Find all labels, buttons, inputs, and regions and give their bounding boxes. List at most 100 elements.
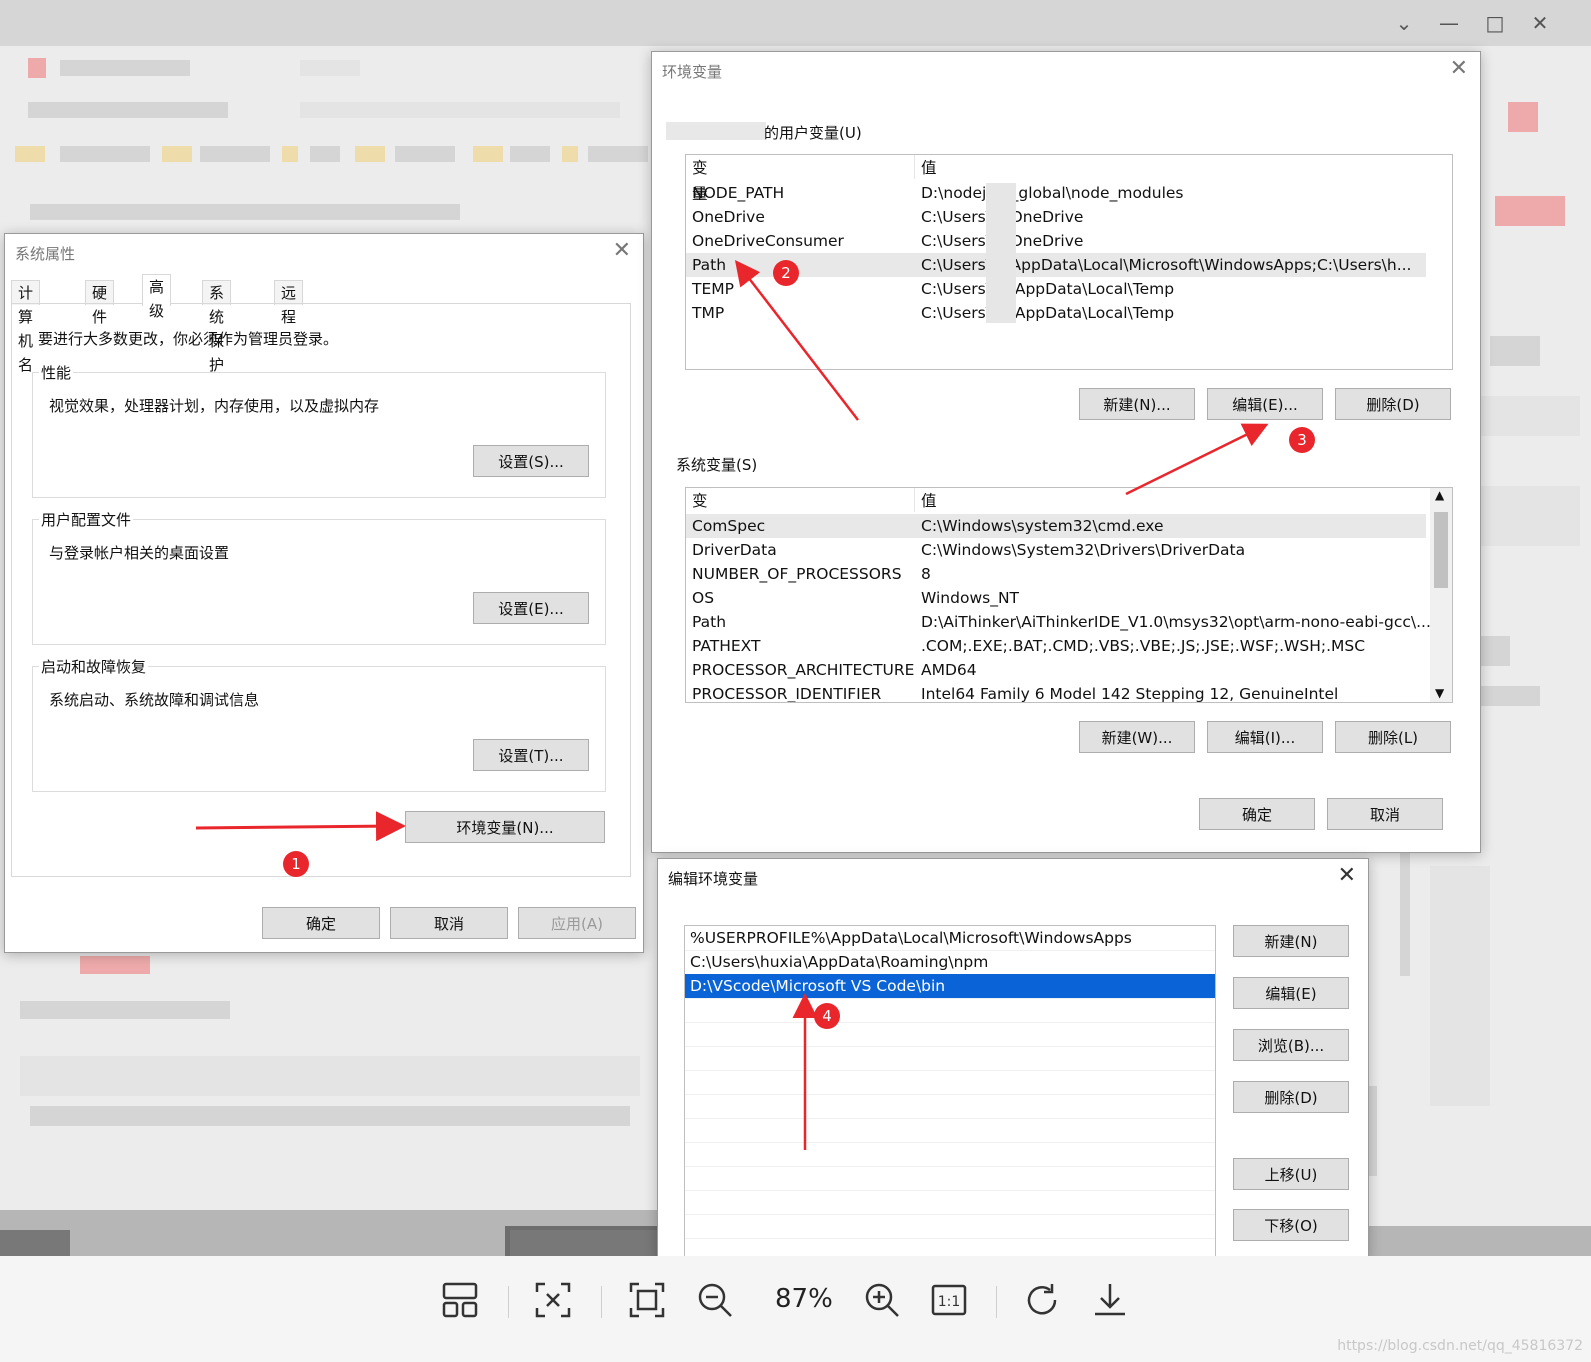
step-badge-1: 1 [283,851,309,877]
maximize-icon[interactable]: □ [1480,8,1510,38]
environment-variables-dialog: 环境变量 ✕ 的用户变量(U) 变量 值 NODE_PATH D:\nodej d… [651,51,1481,853]
gallery-icon[interactable] [440,1280,480,1320]
apply-button[interactable]: 应用(A) [518,907,636,939]
variable-name: ComSpec [692,517,766,535]
edit-entry-button[interactable]: 编辑(E) [1233,977,1349,1009]
list-item-empty[interactable] [685,1022,1215,1047]
tab-remote[interactable]: 远程 [274,280,304,326]
table-row[interactable]: Path D:\AiThinker\AiThinkerIDE_V1.0\msys3… [686,610,1431,634]
performance-group: 性能 视觉效果，处理器计划，内存使用，以及虚拟内存 设置(S)... [32,362,606,498]
toolbar-separator [996,1286,997,1318]
table-row[interactable]: PROCESSOR_ARCHITECTURE AMD64 [686,658,1426,682]
table-row[interactable]: PATHEXT .COM;.EXE;.BAT;.CMD;.VBS;.VBE;.JS… [686,634,1426,658]
delete-entry-button[interactable]: 删除(D) [1233,1081,1349,1113]
environment-variables-button[interactable]: 环境变量(N)... [405,811,605,843]
user-edit-button[interactable]: 编辑(E)... [1207,388,1323,420]
dialog-title: 环境变量 [662,63,723,81]
close-icon[interactable]: ✕ [1525,8,1555,38]
scrollbar-thumb[interactable] [1434,512,1448,588]
step-badge-2: 2 [773,260,799,286]
new-entry-button[interactable]: 新建(N) [1233,925,1349,957]
startup-recovery-settings-button[interactable]: 设置(T)... [473,739,589,771]
table-row[interactable]: OneDrive C:\Users\ a\OneDrive [686,205,1426,229]
column-header-value[interactable]: 值 [921,155,937,181]
system-new-button[interactable]: 新建(W)... [1079,721,1195,753]
user-profiles-settings-button[interactable]: 设置(E)... [473,592,589,624]
variable-name: OS [692,589,715,607]
user-delete-button[interactable]: 删除(D) [1335,388,1451,420]
dialog-title: 系统属性 [15,245,76,263]
table-row[interactable]: TMP C:\Users\ ia\AppData\Local\Temp [686,301,1426,325]
user-variables-list[interactable]: 变量 值 NODE_PATH D:\nodej de_global\node_mo… [685,154,1453,370]
list-item-empty[interactable] [685,1142,1215,1167]
list-item-empty[interactable] [685,1046,1215,1071]
system-edit-button[interactable]: 编辑(I)... [1207,721,1323,753]
list-item-empty[interactable] [685,1094,1215,1119]
rotate-icon[interactable] [1022,1280,1062,1320]
scroll-down-icon[interactable]: ▼ [1435,686,1444,700]
table-row[interactable]: PROCESSOR_IDENTIFIER Intel64 Family 6 Mod… [686,682,1426,702]
ok-button[interactable]: 确定 [1199,798,1315,830]
svg-text:1:1: 1:1 [938,1294,961,1310]
list-item-empty[interactable] [685,1070,1215,1095]
ok-button[interactable]: 确定 [262,907,380,939]
tab-advanced[interactable]: 高级 [142,274,172,320]
group-description: 与登录帐户相关的桌面设置 [49,544,230,562]
variable-value: D:\AiThinker\AiThinkerIDE_V1.0\msys32\op… [921,613,1431,631]
column-header-value[interactable]: 值 [921,488,937,514]
table-row[interactable]: NODE_PATH D:\nodej de_global\node_modules [686,181,1426,205]
column-divider [914,488,915,512]
admin-note: 要进行大多数更改，你必须作为管理员登录。 [38,330,339,348]
chevron-down-icon[interactable]: ⌄ [1389,8,1419,38]
list-item-empty[interactable] [685,1118,1215,1143]
variable-value: C:\Windows\system32\cmd.exe [921,517,1164,535]
full-size-icon[interactable] [627,1280,667,1320]
move-down-button[interactable]: 下移(O) [1233,1209,1349,1241]
table-row[interactable]: DriverData C:\Windows\System32\Drivers\Dr… [686,538,1426,562]
close-icon[interactable]: ✕ [1450,56,1468,81]
scrollbar[interactable]: ▲ ▼ [1430,488,1452,702]
cancel-button[interactable]: 取消 [1327,798,1443,830]
list-item-empty[interactable] [685,1214,1215,1239]
browse-button[interactable]: 浏览(B)... [1233,1029,1349,1061]
table-row[interactable]: NUMBER_OF_PROCESSORS 8 [686,562,1426,586]
edit-environment-variable-dialog: 编辑环境变量 ✕ %USERPROFILE%\AppData\Local\Mic… [657,858,1369,1260]
tab-system-protection[interactable]: 系统保护 [202,280,232,374]
list-item[interactable]: %USERPROFILE%\AppData\Local\Microsoft\Wi… [685,926,1215,951]
performance-settings-button[interactable]: 设置(S)... [473,445,589,477]
list-item-selected[interactable]: D:\VScode\Microsoft VS Code\bin [685,974,1215,999]
list-item-empty[interactable] [685,1166,1215,1191]
tab-computer-name[interactable]: 计算机名 [11,280,41,374]
redacted-username [666,122,766,140]
close-icon[interactable]: ✕ [613,238,631,263]
system-delete-button[interactable]: 删除(L) [1335,721,1451,753]
tab-hardware[interactable]: 硬件 [85,280,115,326]
variable-value: Windows_NT [921,589,1020,607]
system-variables-list[interactable]: 变量 值 ComSpecC:\Windows\system32\cmd.exe … [685,487,1453,703]
scroll-up-icon[interactable]: ▲ [1435,488,1444,502]
path-entries-list[interactable]: %USERPROFILE%\AppData\Local\Microsoft\Wi… [684,925,1216,1259]
fit-screen-icon[interactable] [533,1280,573,1320]
zoom-out-icon[interactable] [695,1280,735,1320]
list-item-empty[interactable] [685,998,1215,1023]
user-new-button[interactable]: 新建(N)... [1079,388,1195,420]
path-entry: %USERPROFILE%\AppData\Local\Microsoft\Wi… [690,929,1132,947]
group-description: 系统启动、系统故障和调试信息 [49,691,260,709]
table-row[interactable]: OS Windows_NT [686,586,1426,610]
group-label: 用户配置文件 [39,509,134,530]
variable-value: AMD64 [921,661,977,679]
table-row[interactable]: TEMP C:\Users\ ia\AppData\Local\Temp [686,277,1426,301]
actual-size-icon[interactable]: 1:1 [929,1280,969,1320]
step-badge-3: 3 [1289,427,1315,453]
table-row-selected[interactable]: ComSpec C:\Windows\system32\cmd.exe [686,514,1426,538]
cancel-button[interactable]: 取消 [390,907,508,939]
variable-value: D:\nodej de_global\node_modules [921,184,1184,202]
table-row[interactable]: OneDriveConsumer C:\Users\ a\OneDrive [686,229,1426,253]
move-up-button[interactable]: 上移(U) [1233,1158,1349,1190]
list-item[interactable]: C:\Users\huxia\AppData\Roaming\npm [685,950,1215,975]
close-icon[interactable]: ✕ [1338,863,1356,888]
zoom-in-icon[interactable] [862,1280,902,1320]
minimize-icon[interactable]: — [1434,8,1464,38]
list-item-empty[interactable] [685,1190,1215,1215]
download-icon[interactable] [1090,1280,1130,1320]
